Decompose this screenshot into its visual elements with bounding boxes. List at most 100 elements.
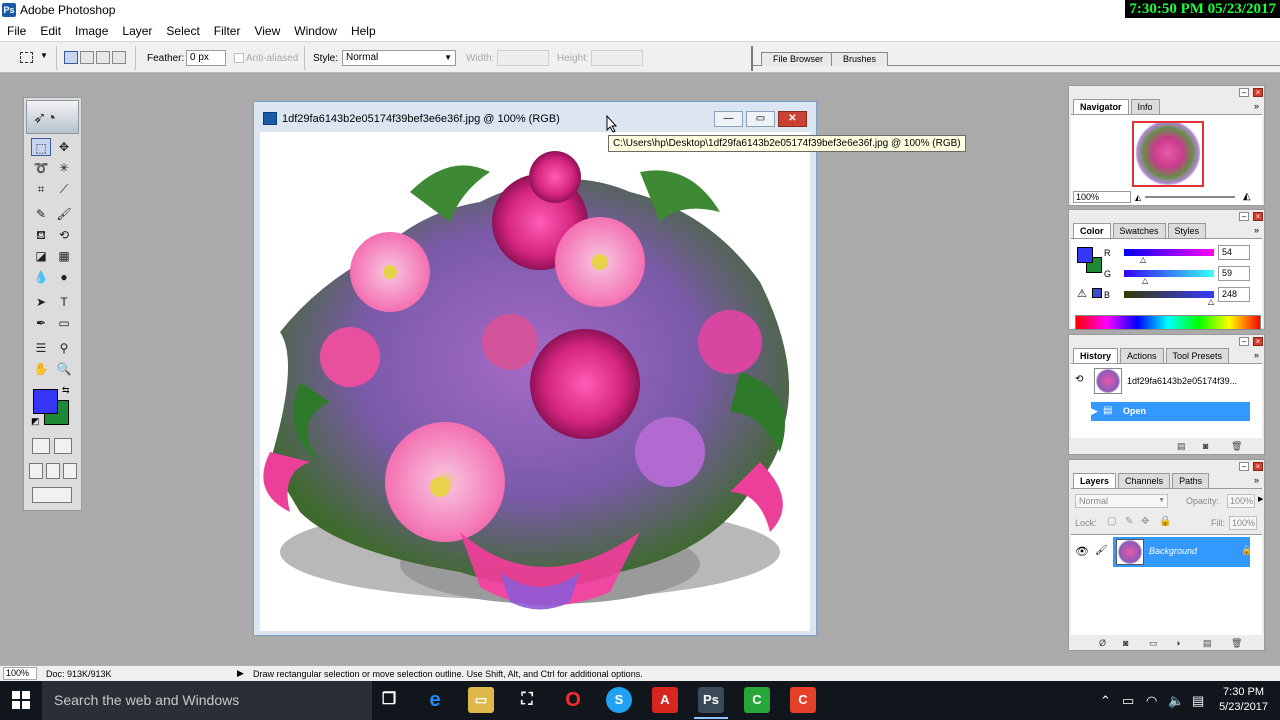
subtract-selection-icon[interactable]: [96, 51, 110, 64]
lock-position-icon[interactable]: ✥: [1141, 516, 1149, 527]
camtasia-icon[interactable]: C: [744, 687, 770, 713]
minimize-palette-button[interactable]: –: [1239, 337, 1249, 346]
taskbar-search-box[interactable]: Search the web and Windows: [42, 681, 372, 720]
screen-mode-full-button[interactable]: [63, 463, 77, 479]
blue-slider-thumb[interactable]: △: [1208, 297, 1214, 306]
jump-to-imageready-button[interactable]: [32, 487, 72, 503]
minimize-palette-button[interactable]: –: [1239, 462, 1249, 471]
history-brush-icon[interactable]: ⟲: [54, 226, 74, 244]
gradient-tool-icon[interactable]: ▦: [54, 247, 74, 265]
add-layer-style-icon[interactable]: Ø: [1099, 638, 1106, 648]
volume-icon[interactable]: 🔈: [1168, 681, 1184, 720]
color-ramp[interactable]: [1075, 315, 1261, 330]
edge-browser-icon[interactable]: e: [422, 687, 448, 713]
zoom-tool-icon[interactable]: 🔍: [54, 360, 74, 378]
tab-brushes[interactable]: Brushes: [831, 52, 889, 66]
brush-tool-icon[interactable]: 🖌: [54, 205, 74, 223]
camtasia-recorder-icon[interactable]: C: [790, 687, 816, 713]
tab-info[interactable]: Info: [1130, 99, 1160, 114]
blur-tool-icon[interactable]: 💧: [31, 268, 51, 286]
menu-window[interactable]: Window: [287, 21, 344, 41]
green-slider[interactable]: [1124, 270, 1214, 277]
new-selection-icon[interactable]: [64, 51, 78, 64]
tab-file-browser[interactable]: File Browser: [761, 52, 836, 66]
add-selection-icon[interactable]: [80, 51, 94, 64]
close-palette-button[interactable]: ×: [1253, 88, 1263, 97]
new-snapshot-icon[interactable]: ◙: [1203, 441, 1208, 451]
hand-tool-icon[interactable]: ✋: [31, 360, 51, 378]
tab-actions[interactable]: Actions: [1120, 348, 1164, 363]
layer-visibility-eye-icon[interactable]: 👁: [1075, 545, 1089, 558]
tray-chevron-up-icon[interactable]: ⌃: [1100, 681, 1111, 720]
windows-start-icon[interactable]: [12, 691, 30, 709]
blue-slider[interactable]: [1124, 291, 1214, 298]
menu-layer[interactable]: Layer: [115, 21, 159, 41]
menu-image[interactable]: Image: [68, 21, 115, 41]
task-view-icon[interactable]: ❐: [376, 687, 402, 713]
delete-layer-icon[interactable]: 🗑: [1231, 638, 1242, 649]
lock-transparency-icon[interactable]: ▢: [1107, 516, 1116, 527]
tab-channels[interactable]: Channels: [1118, 473, 1171, 488]
palette-menu-icon[interactable]: »: [1254, 101, 1259, 111]
acrobat-icon[interactable]: A: [652, 687, 678, 713]
red-slider-thumb[interactable]: △: [1140, 255, 1146, 264]
document-window[interactable]: 1df29fa6143b2e05174f39bef3e6e36f.jpg @ 1…: [253, 101, 817, 636]
navigator-zoom-input[interactable]: 100%: [1073, 191, 1131, 203]
slice-tool-icon[interactable]: ⟋: [54, 180, 74, 198]
tab-styles[interactable]: Styles: [1167, 223, 1207, 238]
lock-all-icon[interactable]: 🔒: [1159, 516, 1171, 527]
dodge-tool-icon[interactable]: ●: [54, 268, 74, 286]
quick-mask-button[interactable]: [54, 438, 72, 454]
layer-row-background[interactable]: 👁 🖌 Background 🔒: [1071, 537, 1262, 567]
new-layer-icon[interactable]: ▤: [1203, 638, 1212, 649]
fill-input[interactable]: 100%: [1229, 516, 1257, 530]
close-palette-button[interactable]: ×: [1253, 337, 1263, 346]
adobe-online-button[interactable]: ➶◔: [26, 100, 79, 134]
chevron-right-icon[interactable]: ▶: [1258, 495, 1263, 503]
marquee-tool-icon[interactable]: ⬚: [31, 138, 51, 156]
clone-stamp-icon[interactable]: ⛾: [31, 226, 51, 244]
feather-input[interactable]: 0 px: [186, 50, 226, 66]
lock-image-icon[interactable]: ✎: [1125, 516, 1133, 527]
tab-tool-presets[interactable]: Tool Presets: [1165, 348, 1230, 363]
close-palette-button[interactable]: ×: [1253, 462, 1263, 471]
width-input[interactable]: [497, 50, 549, 66]
minimize-palette-button[interactable]: –: [1239, 88, 1249, 97]
add-mask-icon[interactable]: ◙: [1123, 638, 1128, 648]
history-brush-source-icon[interactable]: ⟲: [1075, 374, 1083, 385]
document-title-bar[interactable]: 1df29fa6143b2e05174f39bef3e6e36f.jpg @ 1…: [254, 102, 816, 133]
anti-aliased-checkbox[interactable]: [234, 53, 244, 63]
minimize-button[interactable]: —: [714, 111, 743, 127]
new-layer-set-icon[interactable]: ▭: [1149, 638, 1158, 649]
tab-layers[interactable]: Layers: [1073, 473, 1117, 488]
foreground-color-chip[interactable]: [1077, 247, 1093, 263]
pen-tool-icon[interactable]: ✒: [31, 314, 51, 332]
history-snapshot-row[interactable]: ⟲ 1df29fa6143b2e05174f39...: [1071, 368, 1262, 394]
standard-mode-button[interactable]: [32, 438, 50, 454]
swap-colors-icon[interactable]: ⇆: [62, 385, 70, 396]
type-tool-icon[interactable]: T: [54, 293, 74, 311]
skype-icon[interactable]: S: [606, 687, 632, 713]
opacity-input[interactable]: 100%: [1227, 494, 1255, 508]
menu-view[interactable]: View: [247, 21, 287, 41]
healing-brush-icon[interactable]: ✎: [31, 205, 51, 223]
notes-tool-icon[interactable]: ☰: [31, 339, 51, 357]
menu-select[interactable]: Select: [159, 21, 206, 41]
screen-mode-standard-button[interactable]: [29, 463, 43, 479]
file-explorer-icon[interactable]: ▭: [468, 687, 494, 713]
tab-color[interactable]: Color: [1073, 223, 1111, 238]
palette-menu-icon[interactable]: »: [1254, 350, 1259, 360]
maximize-button[interactable]: ▭: [746, 111, 775, 127]
menu-help[interactable]: Help: [344, 21, 383, 41]
path-selection-icon[interactable]: ➤: [31, 293, 51, 311]
lasso-tool-icon[interactable]: ➰: [31, 159, 51, 177]
status-menu-arrow-icon[interactable]: ▶: [237, 668, 244, 679]
history-state-row[interactable]: ▶ ▤ Open: [1071, 402, 1262, 422]
screen-mode-full-menu-button[interactable]: [46, 463, 60, 479]
tool-preset-picker[interactable]: ▼: [18, 49, 48, 67]
delete-state-icon[interactable]: 🗑: [1231, 441, 1242, 452]
move-tool-icon[interactable]: ✥: [54, 138, 74, 156]
style-select[interactable]: Normal ▼: [342, 50, 456, 66]
zoom-out-icon[interactable]: ◭: [1135, 193, 1141, 202]
red-value-input[interactable]: 54: [1218, 245, 1250, 260]
